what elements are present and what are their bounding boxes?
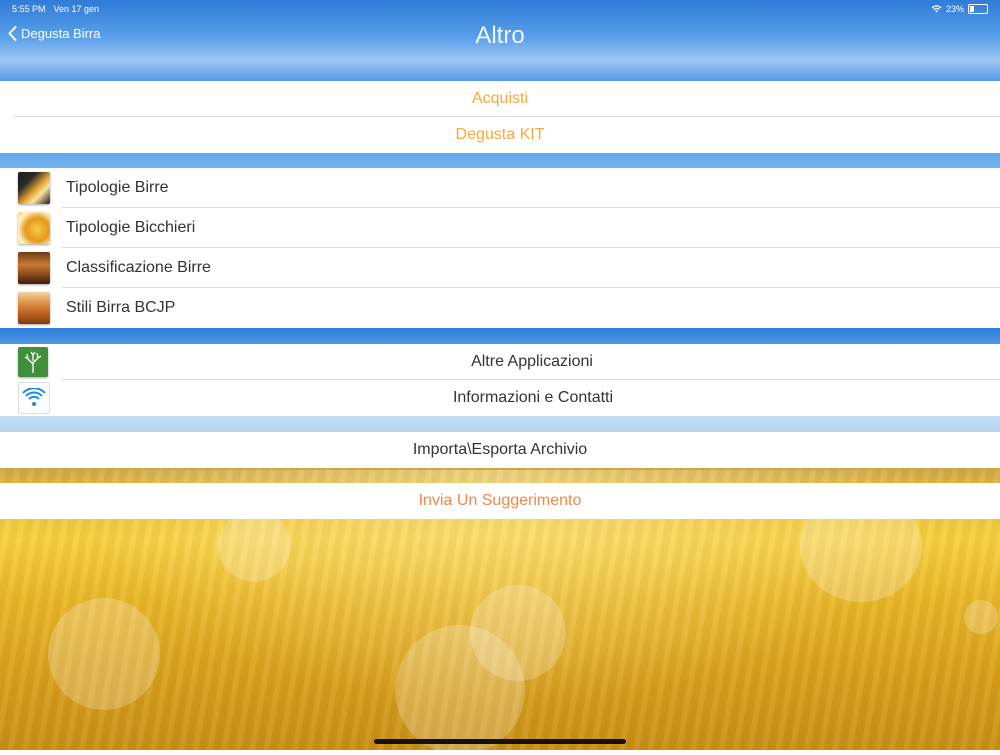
info-section: Altre Applicazioni Informazioni e Contat… [0,344,1000,416]
purchases-label: Acquisti [471,90,529,107]
bcjp-styles-label: Stili Birra BCJP [66,299,176,316]
import-export-label: Importa\Esporta Archivio [412,441,588,458]
beer-bottles-icon [18,252,50,284]
status-bar: 5:55 PM Ven 17 gen 23% [0,0,1000,18]
beer-classification-label: Classificazione Birre [66,259,211,276]
status-time: 5:55 PM [12,4,46,14]
bokeh-bubble [48,598,160,710]
send-suggestion-row[interactable]: Invia Un Suggerimento [0,483,1000,519]
battery-percent: 23% [945,4,964,14]
page-title: Altro [475,22,525,49]
send-suggestion-label: Invia Un Suggerimento [418,492,582,509]
beer-types-row[interactable]: Tipologie Birre [0,168,1000,208]
glass-types-label: Tipologie Bicchieri [66,219,196,236]
wifi-signal-icon [931,5,942,13]
archive-section: Importa\Esporta Archivio [0,432,1000,468]
wifi-icon [18,382,50,414]
bokeh-bubble [218,510,290,582]
purchases-row[interactable]: Acquisti [0,81,1000,117]
glass-types-row[interactable]: Tipologie Bicchieri [0,208,1000,248]
info-contacts-row[interactable]: Informazioni e Contatti [0,380,1000,416]
bokeh-bubble [964,600,998,634]
guides-section: Tipologie Birre Tipologie Bicchieri Clas… [0,168,1000,328]
degusta-kit-row[interactable]: Degusta KIT [0,117,1000,153]
home-indicator[interactable] [374,739,626,744]
purchase-section: Acquisti Degusta KIT [0,81,1000,153]
battery-icon [968,4,988,14]
other-apps-label: Altre Applicazioni [471,353,593,370]
beer-glass-icon [18,212,50,244]
bcjp-styles-row[interactable]: Stili Birra BCJP [0,288,1000,328]
navigation-bar: Degusta Birra Altro [0,18,1000,56]
other-apps-row[interactable]: Altre Applicazioni [0,344,1000,380]
beer-mug-icon [18,292,50,324]
status-date: Ven 17 gen [53,4,100,14]
beer-types-label: Tipologie Birre [66,179,169,196]
beer-glasses-icon [18,172,50,204]
tree-icon [18,347,48,377]
beer-classification-row[interactable]: Classificazione Birre [0,248,1000,288]
bokeh-bubble [395,625,525,755]
info-contacts-label: Informazioni e Contatti [452,389,614,406]
degusta-kit-label: Degusta KIT [455,126,545,143]
import-export-row[interactable]: Importa\Esporta Archivio [0,432,1000,468]
feedback-section: Invia Un Suggerimento [0,483,1000,519]
